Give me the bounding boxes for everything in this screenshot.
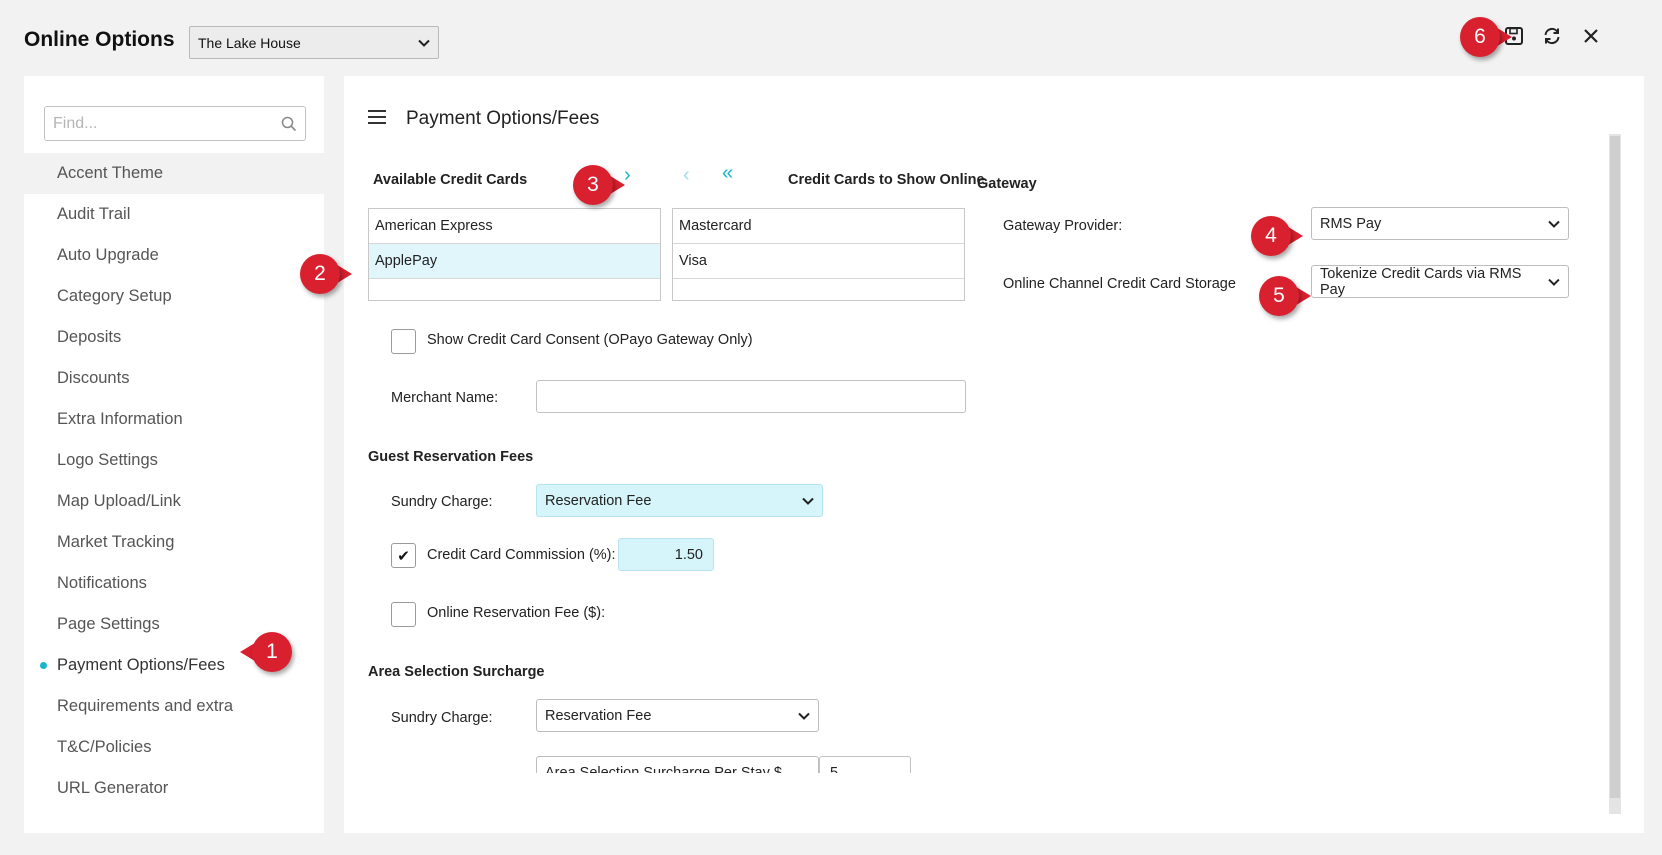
move-all-left-button[interactable]: «: [722, 162, 733, 185]
online-fee-label: Online Reservation Fee ($):: [427, 605, 606, 621]
hamburger-menu-icon[interactable]: [368, 110, 386, 126]
area-surcharge-heading: Area Selection Surcharge: [368, 664, 545, 680]
sidebar-item-logo-settings[interactable]: Logo Settings: [24, 440, 324, 481]
merchant-name-label: Merchant Name:: [391, 390, 499, 406]
online-cards-list: Mastercard Visa: [672, 208, 965, 301]
area-sundry-label: Sundry Charge:: [391, 710, 493, 726]
property-select-value: The Lake House: [198, 34, 301, 51]
area-sundry-select[interactable]: Reservation Fee: [536, 699, 819, 732]
sidebar-item-map-upload[interactable]: Map Upload/Link: [24, 481, 324, 522]
area-surcharge-type-value: Area Selection Surcharge Per Stay $: [545, 764, 782, 781]
page-title: Payment Options/Fees: [406, 108, 600, 129]
consent-label: Show Credit Card Consent (OPayo Gateway …: [427, 332, 753, 348]
sidebar-item-tc-policies[interactable]: T&C/Policies: [24, 727, 324, 768]
gateway-provider-value: RMS Pay: [1320, 215, 1382, 232]
list-item: [673, 279, 964, 301]
gateway-provider-label: Gateway Provider:: [1003, 218, 1123, 234]
sundry-charge-select[interactable]: Reservation Fee: [536, 484, 823, 517]
sidebar-item-audit-trail[interactable]: Audit Trail: [24, 194, 324, 235]
list-item[interactable]: Mastercard: [673, 209, 964, 244]
area-surcharge-value-input[interactable]: 5: [819, 756, 911, 773]
sidebar-item-market-tracking[interactable]: Market Tracking: [24, 522, 324, 563]
guest-fees-heading: Guest Reservation Fees: [368, 449, 534, 465]
find-input[interactable]: [53, 114, 281, 133]
gateway-heading: Gateway: [977, 176, 1037, 192]
sidebar-item-url-generator[interactable]: URL Generator: [24, 768, 324, 809]
sidebar-item-accent-theme[interactable]: Accent Theme: [24, 153, 324, 194]
card-storage-label: Online Channel Credit Card Storage: [1003, 276, 1236, 292]
sidebar-item-notifications[interactable]: Notifications: [24, 563, 324, 604]
sidebar-item-extra-information[interactable]: Extra Information: [24, 399, 324, 440]
list-item[interactable]: Visa: [673, 244, 964, 279]
move-left-button[interactable]: ‹: [683, 164, 690, 187]
area-sundry-value: Reservation Fee: [545, 707, 652, 724]
sidebar-item-discounts[interactable]: Discounts: [24, 358, 324, 399]
search-icon: [281, 116, 297, 131]
sidebar-item-requirements[interactable]: Requirements and extra: [24, 686, 324, 727]
card-storage-value: Tokenize Credit Cards via RMS Pay: [1320, 265, 1522, 298]
sundry-charge-value: Reservation Fee: [545, 492, 652, 509]
card-storage-select[interactable]: Tokenize Credit Cards via RMS Pay: [1311, 265, 1569, 298]
chevron-down-icon: [1548, 278, 1560, 286]
commission-label: Credit Card Commission (%):: [427, 547, 616, 563]
chevron-down-icon: [1548, 220, 1560, 228]
online-options-window: Online Options The Lake House Accent The…: [0, 0, 1662, 855]
app-title: Online Options: [24, 28, 175, 51]
refresh-icon[interactable]: [1538, 22, 1566, 50]
list-item: [369, 279, 660, 301]
find-box[interactable]: [44, 106, 306, 141]
available-cards-label: Available Credit Cards: [373, 172, 528, 188]
sidebar-item-auto-upgrade[interactable]: Auto Upgrade: [24, 235, 324, 276]
available-cards-list: American Express ApplePay: [368, 208, 661, 301]
consent-checkbox[interactable]: [391, 329, 416, 354]
chevron-down-icon: [802, 497, 814, 505]
scrollbar-thumb[interactable]: [1610, 136, 1620, 798]
commission-input[interactable]: 1.50: [618, 538, 714, 571]
online-fee-checkbox[interactable]: [391, 602, 416, 627]
sidebar: Accent Theme Audit Trail Auto Upgrade Ca…: [24, 76, 324, 833]
property-select[interactable]: The Lake House: [189, 26, 439, 59]
online-cards-label: Credit Cards to Show Online: [788, 172, 985, 188]
list-item[interactable]: American Express: [369, 209, 660, 244]
area-surcharge-type-select[interactable]: Area Selection Surcharge Per Stay $: [536, 756, 819, 781]
sidebar-item-category-setup[interactable]: Category Setup: [24, 276, 324, 317]
sidebar-item-deposits[interactable]: Deposits: [24, 317, 324, 358]
sundry-charge-label: Sundry Charge:: [391, 494, 493, 510]
commission-checkbox[interactable]: ✔: [391, 543, 416, 568]
checkmark-icon: ✔: [397, 547, 410, 565]
merchant-name-input[interactable]: [536, 380, 966, 413]
gateway-provider-select[interactable]: RMS Pay: [1311, 207, 1569, 240]
sidebar-nav: Accent Theme Audit Trail Auto Upgrade Ca…: [24, 153, 324, 809]
close-icon[interactable]: [1577, 22, 1605, 50]
main-panel: Payment Options/Fees Available Credit Ca…: [344, 76, 1644, 833]
list-item[interactable]: ApplePay: [369, 244, 660, 279]
chevron-down-icon: [798, 712, 810, 720]
move-right-button[interactable]: ›: [624, 164, 631, 187]
chevron-down-icon: [418, 39, 430, 47]
